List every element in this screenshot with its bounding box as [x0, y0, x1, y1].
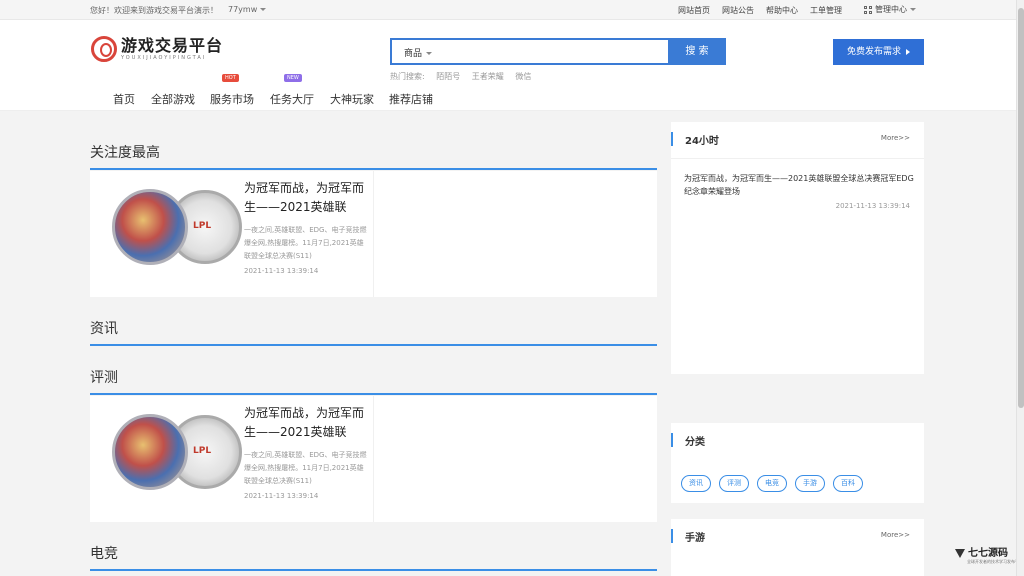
watermark-subtitle: 全球开发者的技术学习发布平台: [967, 559, 1023, 564]
publish-request-button[interactable]: 免费发布需求: [833, 39, 924, 65]
site-logo[interactable]: 游戏交易平台 YOUXIJIAOYIPINGTAI: [91, 36, 223, 62]
more-link[interactable]: More>>: [881, 134, 910, 142]
article-desc: 一夜之间,英雄联盟、EDG、电子竞技燃爆全网,热搜屠榜。11月7日,2021英雄…: [244, 451, 367, 485]
top-link-help[interactable]: 帮助中心: [766, 5, 798, 16]
article-thumbnail[interactable]: [112, 189, 242, 265]
panel-title: 分类: [685, 437, 705, 448]
article-title[interactable]: 为冠军而战，为冠军而生——2021英雄联: [244, 179, 364, 217]
logo-icon: [91, 36, 117, 62]
nav-item-all-games[interactable]: 全部游戏: [151, 91, 195, 107]
section-divider: [90, 393, 657, 395]
scrollbar-thumb[interactable]: [1018, 8, 1024, 408]
section-divider: [90, 168, 657, 170]
article-card[interactable]: 为冠军而战，为冠军而生——2021英雄联 一夜之间,英雄联盟、EDG、电子竞技燃…: [90, 396, 657, 522]
category-tag[interactable]: 电竞: [757, 475, 787, 492]
top-bar: 您好！欢迎来到游戏交易平台演示！ 77ymw 网站首页 网站公告 帮助中心 工单…: [0, 0, 1016, 20]
top-link-home[interactable]: 网站首页: [678, 5, 710, 16]
hot-term[interactable]: 王者荣耀: [472, 72, 504, 81]
panel-24h: 24小时 More>> 为冠军而战，为冠军而生——2021英雄联盟全球总决赛冠军…: [671, 122, 924, 374]
nav-item-service-market[interactable]: HOT 服务市场: [210, 74, 254, 107]
hot-search: 热门搜索: 陌陌号 王者荣耀 微信: [390, 71, 540, 82]
page-scrollbar[interactable]: [1016, 0, 1024, 576]
category-tag[interactable]: 评测: [719, 475, 749, 492]
section-title-news: 资讯: [90, 321, 118, 337]
panel-category: 分类 资讯 评测 电竞 手游 百科: [671, 423, 924, 503]
admin-center-menu[interactable]: 管理中心: [864, 4, 916, 15]
category-tag[interactable]: 手游: [795, 475, 825, 492]
article-date: 2021-11-13 13:39:14: [244, 267, 319, 275]
search-category-select[interactable]: 商品: [404, 46, 432, 59]
greeting-text: 您好！欢迎来到游戏交易平台演示！: [90, 6, 218, 15]
category-tag[interactable]: 资讯: [681, 475, 711, 492]
hot-search-label: 热门搜索:: [390, 72, 425, 81]
site-header: 游戏交易平台 YOUXIJIAOYIPINGTAI 商品 搜 索 热门搜索: 陌…: [0, 20, 1016, 111]
news-item-date: 2021-11-13 13:39:14: [835, 202, 910, 210]
watermark-name: 七七源码: [968, 548, 1008, 559]
article-thumbnail[interactable]: [112, 414, 242, 490]
news-item-title[interactable]: 为冠军而战，为冠军而生——2021英雄联盟全球总决赛冠军EDG纪念章荣耀登场: [684, 172, 914, 198]
top-link-notice[interactable]: 网站公告: [722, 5, 754, 16]
more-link[interactable]: More>>: [881, 531, 910, 539]
nav-item-task-hall[interactable]: NEW 任务大厅: [270, 74, 314, 107]
hot-badge: HOT: [222, 74, 239, 82]
search-bar: 商品 搜 索: [390, 38, 726, 65]
watermark: 七七源码 全球开发者的技术学习发布平台: [955, 544, 1023, 565]
panel-title: 手游: [685, 533, 705, 544]
section-title-most-watched: 关注度最高: [90, 145, 160, 161]
category-tags: 资讯 评测 电竞 手游 百科: [681, 475, 863, 492]
logo-subtitle: YOUXIJIAOYIPINGTAI: [121, 55, 207, 61]
article-desc: 一夜之间,英雄联盟、EDG、电子竞技燃爆全网,热搜屠榜。11月7日,2021英雄…: [244, 226, 367, 260]
hot-term[interactable]: 陌陌号: [436, 72, 460, 81]
section-title-esports: 电竞: [90, 546, 118, 562]
category-tag[interactable]: 百科: [833, 475, 863, 492]
admin-center-label: 管理中心: [875, 5, 907, 14]
new-badge: NEW: [284, 74, 302, 82]
panel-mobile-games: 手游 More>>: [671, 519, 924, 576]
logo-title: 游戏交易平台: [121, 36, 224, 55]
top-link-ticket[interactable]: 工单管理: [810, 5, 842, 16]
section-divider: [90, 344, 657, 346]
username-dropdown[interactable]: 77ymw: [228, 5, 266, 14]
nav-item-top-players[interactable]: 大神玩家: [330, 91, 374, 107]
nav-item-home[interactable]: 首页: [113, 91, 135, 107]
section-divider: [90, 569, 657, 571]
hot-term[interactable]: 微信: [515, 72, 531, 81]
watermark-logo-icon: [955, 548, 965, 558]
section-title-review: 评测: [90, 370, 118, 386]
nav-item-recommended-shops[interactable]: 推荐店铺: [389, 91, 433, 107]
article-title[interactable]: 为冠军而战，为冠军而生——2021英雄联: [244, 404, 364, 442]
search-button[interactable]: 搜 索: [668, 38, 726, 65]
top-links: 网站首页 网站公告 帮助中心 工单管理: [678, 5, 854, 16]
search-input[interactable]: [442, 43, 662, 61]
article-card[interactable]: 为冠军而战，为冠军而生——2021英雄联 一夜之间,英雄联盟、EDG、电子竞技燃…: [90, 171, 657, 297]
panel-title: 24小时: [685, 136, 719, 147]
grid-icon: [864, 5, 872, 14]
article-date: 2021-11-13 13:39:14: [244, 492, 319, 500]
chevron-down-icon: [910, 8, 916, 11]
